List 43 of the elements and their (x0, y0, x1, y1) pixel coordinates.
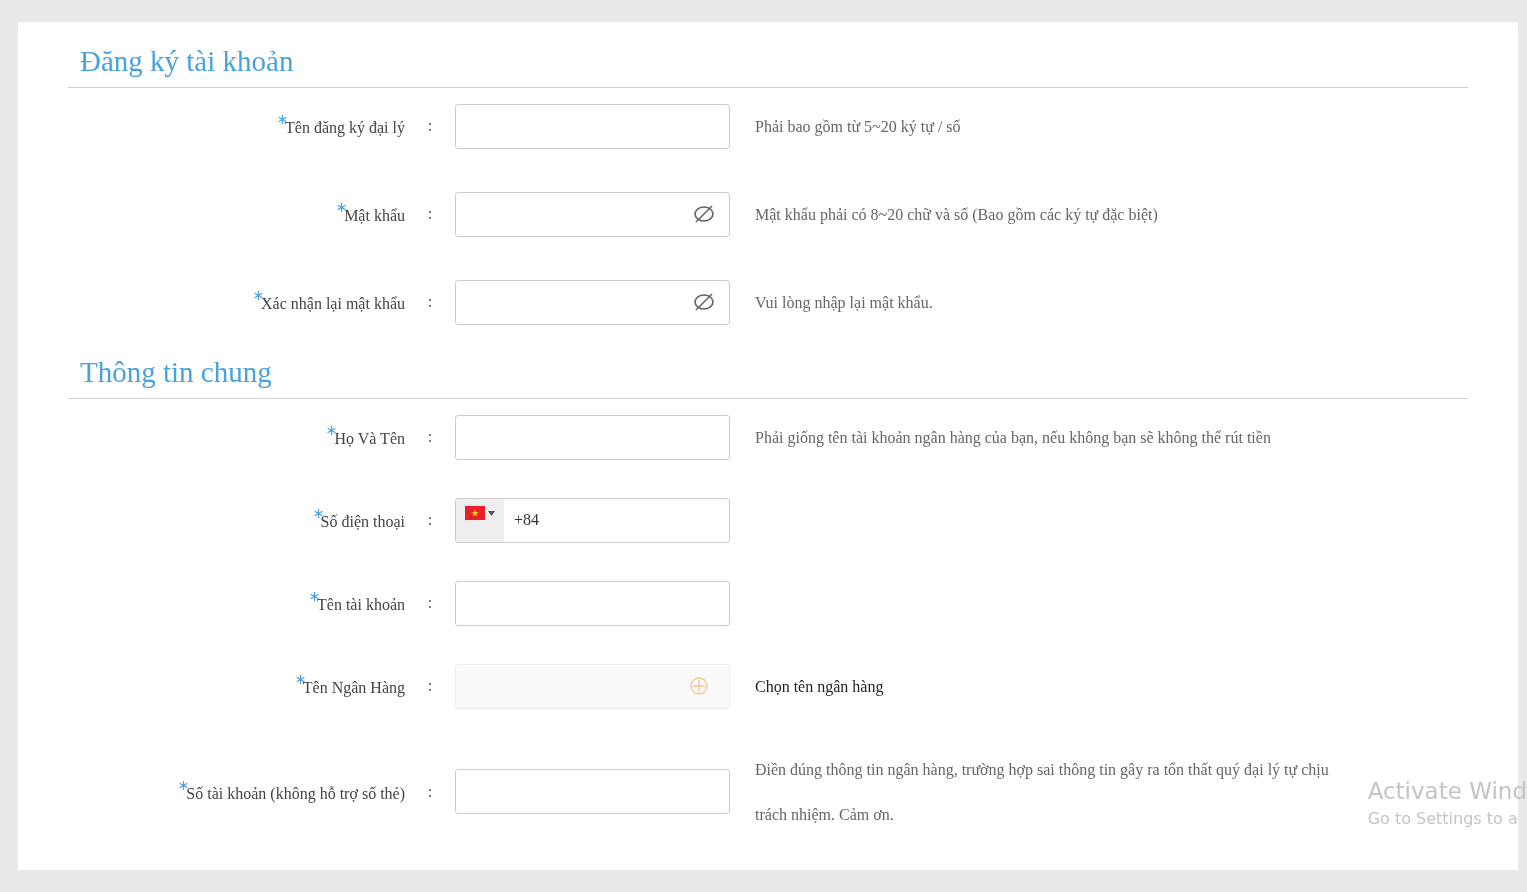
colon: : (426, 594, 434, 613)
colon: : (426, 782, 434, 801)
required-asterisk-icon (179, 780, 189, 790)
colon: : (426, 205, 434, 224)
field-label: Tên Ngân Hàng (302, 679, 405, 698)
required-asterisk-icon (295, 675, 305, 685)
field-label: Xác nhận lại mật khẩu (261, 295, 405, 314)
field-hint: Mật khẩu phải có 8~20 chữ và số (Bao gồm các ký tự đặc biệt) (755, 204, 1158, 226)
required-asterisk-icon (327, 426, 337, 436)
text-field[interactable] (455, 769, 730, 815)
activation-notice-title: Activate Wind (1367, 777, 1527, 806)
field-label: Số điện thoại (320, 513, 405, 532)
field-hint: Phải giống tên tài khoản ngân hàng của bạn, nếu không bạn sẽ không thể rút tiền (755, 427, 1271, 449)
section-heading: Thông tin chung (68, 354, 1468, 399)
colon: : (426, 117, 434, 136)
phone-field[interactable]: +84 (455, 497, 730, 543)
hidden-eye-icon[interactable] (693, 292, 715, 313)
field-label: Tên tài khoản (317, 596, 405, 615)
text-field[interactable] (455, 580, 730, 626)
password-field[interactable] (455, 279, 730, 325)
required-asterisk-icon (337, 203, 347, 213)
field-hint: Điền đúng thông tin ngân hàng, trường hợp sai thông tin gây ra tổn thất quý đại lý tự chịu trách nhiệm. Cảm ơn. (755, 759, 1330, 825)
hidden-eye-icon[interactable] (693, 204, 715, 225)
colon: : (426, 511, 434, 530)
text-field[interactable] (455, 414, 730, 460)
activation-notice-text: Go to Settings to a (1367, 808, 1519, 830)
text-field[interactable] (455, 103, 730, 149)
colon: : (426, 428, 434, 447)
required-asterisk-icon (313, 509, 323, 519)
password-field[interactable] (455, 191, 730, 237)
field-hint: Vui lòng nhập lại mật khẩu. (755, 292, 933, 314)
dropdown-caret-icon[interactable] (488, 510, 495, 516)
colon: : (426, 293, 434, 312)
section-heading: Đăng ký tài khoản (68, 44, 1468, 88)
field-label: Họ Và Tên (334, 430, 405, 449)
field-hint: Chọn tên ngân hàng (755, 676, 884, 698)
field-hint: Phải bao gồm từ 5~20 ký tự / số (755, 116, 961, 138)
colon: : (426, 677, 434, 696)
phone-number-input[interactable]: +84 (504, 498, 729, 542)
flag-icon[interactable] (465, 506, 485, 521)
field-label: Tên đăng ký đại lý (285, 119, 405, 138)
field-label: Mật khẩu (344, 207, 405, 226)
field-label: Số tài khoản (không hỗ trợ số thẻ) (186, 784, 405, 803)
